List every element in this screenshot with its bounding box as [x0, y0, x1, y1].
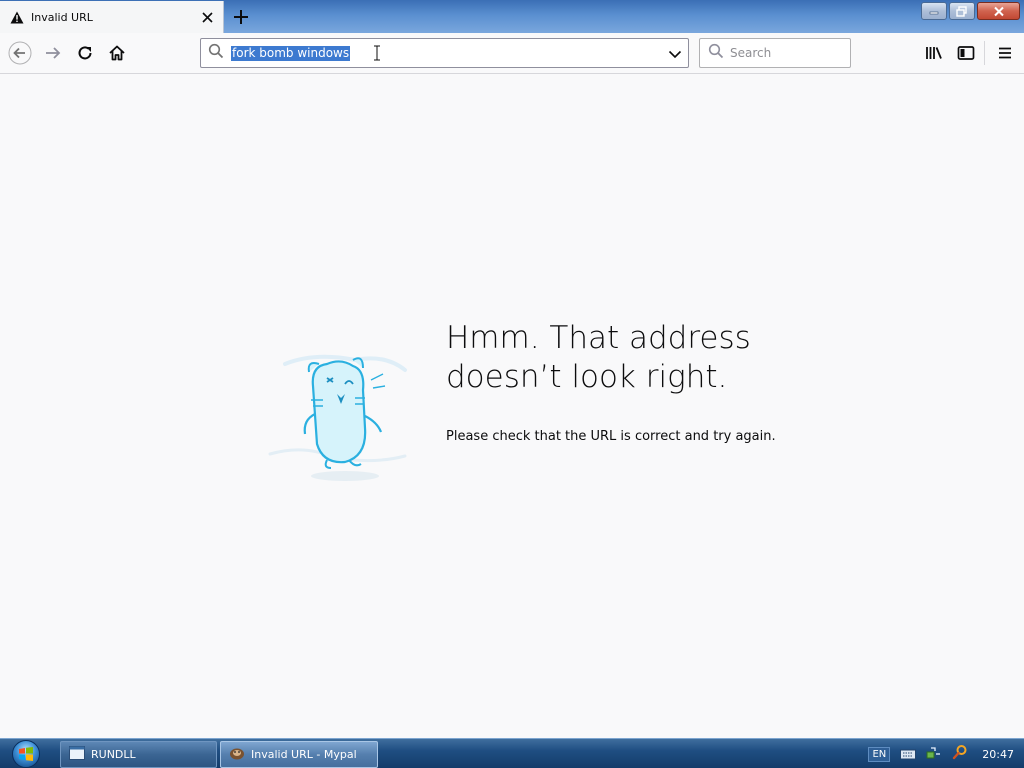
taskbar-item-label: RUNDLL	[91, 748, 136, 761]
warning-icon	[10, 10, 24, 24]
library-icon	[926, 47, 942, 59]
taskbar-item-mypal[interactable]: Invalid URL - Mypal	[220, 741, 378, 768]
window-icon	[69, 746, 85, 763]
tab-invalid-url[interactable]: Invalid URL	[0, 1, 224, 33]
reload-icon	[78, 46, 92, 60]
minimize-icon	[929, 11, 939, 15]
home-icon	[109, 45, 125, 61]
navigation-toolbar: fork bomb windows	[0, 33, 1024, 74]
url-input-value[interactable]: fork bomb windows	[231, 45, 351, 61]
taskbar: RUNDLL Invalid URL - Mypal EN 20:47	[0, 738, 1024, 768]
back-button[interactable]	[7, 41, 33, 65]
text-cursor-icon	[373, 45, 381, 65]
error-title: Hmm. That address doesn’t look right.	[446, 320, 751, 395]
restore-button[interactable]	[949, 2, 975, 20]
reload-button[interactable]	[72, 41, 98, 65]
hamburger-icon	[999, 47, 1011, 59]
chevron-down-icon[interactable]	[668, 46, 682, 65]
tab-close-icon[interactable]	[199, 9, 215, 25]
sidebar-icon	[957, 46, 975, 60]
close-window-button[interactable]	[977, 2, 1020, 20]
taskbar-item-rundll[interactable]: RUNDLL	[60, 741, 217, 768]
error-description: Please check that the URL is correct and…	[446, 429, 776, 444]
forward-button[interactable]	[40, 41, 66, 65]
arrow-right-icon	[46, 47, 61, 59]
system-tray: EN 20:47	[868, 739, 1024, 768]
clock[interactable]: 20:47	[982, 748, 1014, 761]
start-button[interactable]	[6, 739, 46, 768]
home-button[interactable]	[104, 41, 130, 65]
restore-icon	[956, 5, 967, 17]
window-controls	[921, 2, 1020, 20]
toolbar-separator	[984, 41, 985, 65]
language-indicator[interactable]: EN	[868, 746, 891, 762]
search-icon	[708, 43, 724, 63]
title-bar: Invalid URL	[0, 0, 1024, 33]
arrow-left-icon	[8, 41, 32, 65]
new-tab-button[interactable]	[230, 6, 252, 28]
confused-hamster-illustration	[265, 344, 415, 484]
plus-icon	[234, 10, 248, 24]
url-bar[interactable]: fork bomb windows	[200, 38, 689, 68]
sidebar-button[interactable]	[953, 41, 979, 65]
search-icon[interactable]	[952, 744, 968, 764]
keyboard-icon[interactable]	[900, 745, 917, 764]
minimize-button[interactable]	[921, 2, 947, 20]
mypal-icon	[229, 746, 245, 763]
search-bar[interactable]	[699, 38, 851, 68]
taskbar-item-label: Invalid URL - Mypal	[251, 748, 357, 761]
tab-title: Invalid URL	[31, 10, 93, 24]
menu-button[interactable]	[992, 41, 1018, 65]
page-content: Hmm. That address doesn’t look right. Pl…	[0, 74, 1024, 738]
network-icon[interactable]	[926, 745, 942, 764]
library-button[interactable]	[921, 41, 947, 65]
close-icon	[993, 6, 1004, 16]
windows-logo-icon	[12, 740, 40, 768]
search-input[interactable]	[730, 46, 840, 60]
search-icon	[208, 43, 224, 63]
